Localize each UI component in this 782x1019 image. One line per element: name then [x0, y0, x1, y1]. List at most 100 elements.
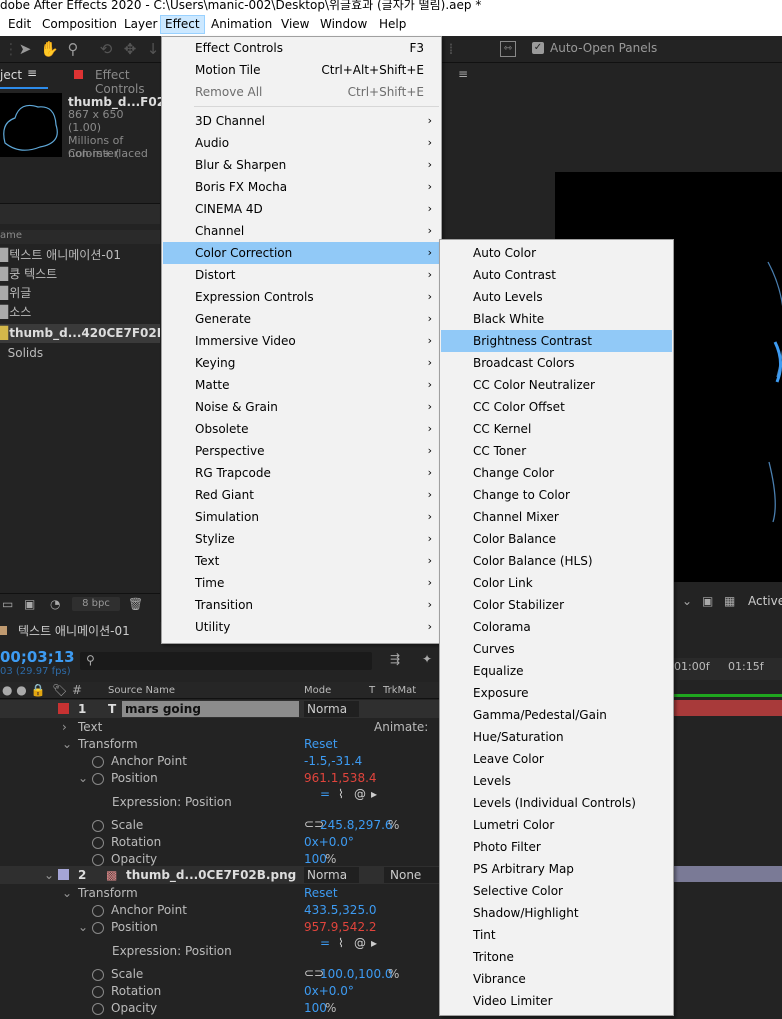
menu-item-distort[interactable]: Distort ›: [163, 264, 440, 286]
submenu-item[interactable]: Hue/Saturation: [441, 726, 672, 748]
timeline-search-input[interactable]: ⚲: [80, 652, 372, 670]
submenu-item[interactable]: Change Color: [441, 462, 672, 484]
col-mode[interactable]: Mode: [304, 683, 331, 699]
stopwatch-icon[interactable]: [92, 753, 104, 769]
menu-help[interactable]: Help: [375, 16, 410, 33]
col-trkmat[interactable]: TrkMat: [383, 683, 416, 699]
menu-item-keying[interactable]: Keying ›: [163, 352, 440, 374]
comp-mini-flowchart-icon[interactable]: ⇶: [390, 652, 400, 666]
menu-item-noise-grain[interactable]: Noise & Grain ›: [163, 396, 440, 418]
layer-1-duration-bar[interactable]: [672, 700, 782, 716]
pickwhip-icon[interactable]: @: [354, 935, 366, 951]
submenu-item[interactable]: Vibrance: [441, 968, 672, 990]
project-item[interactable]: ▉쿵 텍스트: [0, 265, 160, 284]
menu-item-perspective[interactable]: Perspective ›: [163, 440, 440, 462]
project-item[interactable]: Solids: [0, 344, 160, 363]
menu-item-rg-trapcode[interactable]: RG Trapcode ›: [163, 462, 440, 484]
submenu-item[interactable]: PS Arbitrary Map: [441, 858, 672, 880]
pan-tool-icon[interactable]: ✥: [121, 40, 139, 58]
menu-view[interactable]: View: [277, 16, 313, 33]
submenu-item[interactable]: Auto Contrast: [441, 264, 672, 286]
project-item-selected[interactable]: ▉thumb_d...420CE7F02B.: [0, 324, 160, 343]
region-icon[interactable]: ▣: [702, 594, 713, 608]
draft-3d-icon[interactable]: ✦: [422, 652, 432, 666]
opacity-value[interactable]: 100: [304, 851, 327, 867]
menu-item-motion-tile[interactable]: Motion Tile Ctrl+Alt+Shift+E: [163, 59, 440, 81]
position-value[interactable]: 961.1,538.4: [304, 770, 377, 786]
submenu-item[interactable]: Channel Mixer: [441, 506, 672, 528]
stopwatch-icon[interactable]: [92, 817, 104, 833]
submenu-item[interactable]: Broadcast Colors: [441, 352, 672, 374]
panel-toggle-icon[interactable]: ⇿: [500, 41, 516, 57]
anchor-point-value[interactable]: 433.5,325.0: [304, 902, 377, 918]
menu-animation[interactable]: Animation: [207, 16, 276, 33]
chevron-down-icon[interactable]: ⌄: [62, 736, 72, 752]
menu-effect[interactable]: Effect: [160, 15, 205, 34]
scale-value[interactable]: 100.0,100.0: [320, 966, 393, 982]
menu-item-remove-all[interactable]: Remove All Ctrl+Shift+E: [163, 81, 440, 103]
stopwatch-icon[interactable]: [92, 851, 104, 867]
submenu-item[interactable]: Gamma/Pedestal/Gain: [441, 704, 672, 726]
stopwatch-icon[interactable]: [92, 770, 104, 786]
layer-label-color[interactable]: [58, 703, 69, 714]
zoom-tool-icon[interactable]: ⚲: [64, 40, 82, 58]
chevron-down-icon[interactable]: ⌄: [44, 867, 54, 883]
submenu-item[interactable]: CC Kernel: [441, 418, 672, 440]
transform-reset-link[interactable]: Reset: [304, 885, 338, 901]
menu-edit[interactable]: Edit: [4, 16, 35, 33]
menu-item-immersive-video[interactable]: Immersive Video ›: [163, 330, 440, 352]
chevron-down-icon[interactable]: ⌄: [62, 885, 72, 901]
project-item[interactable]: ▉소스: [0, 303, 160, 322]
submenu-item[interactable]: Change to Color: [441, 484, 672, 506]
pickwhip-icon[interactable]: @: [354, 786, 366, 802]
submenu-item[interactable]: Tritone: [441, 946, 672, 968]
rotation-value[interactable]: 0x+0.0°: [304, 983, 354, 999]
layer-name[interactable]: mars going: [122, 701, 299, 717]
submenu-item[interactable]: Levels (Individual Controls): [441, 792, 672, 814]
submenu-item[interactable]: Curves: [441, 638, 672, 660]
stopwatch-icon[interactable]: [92, 966, 104, 982]
menu-item-3d-channel[interactable]: 3D Channel ›: [163, 110, 440, 132]
submenu-item[interactable]: Exposure: [441, 682, 672, 704]
current-timecode[interactable]: 00;03;13: [0, 648, 75, 666]
active-camera-dropdown[interactable]: Active: [748, 594, 782, 608]
layer-mode-dropdown[interactable]: Norma: [304, 867, 359, 883]
menu-item-utility[interactable]: Utility ›: [163, 616, 440, 638]
submenu-item[interactable]: CC Toner: [441, 440, 672, 462]
submenu-item[interactable]: Color Stabilizer: [441, 594, 672, 616]
menu-item-transition[interactable]: Transition ›: [163, 594, 440, 616]
trkmat-dropdown[interactable]: None: [384, 867, 440, 883]
layer-2-duration-bar[interactable]: [672, 866, 782, 882]
submenu-item[interactable]: Shadow/Highlight: [441, 902, 672, 924]
submenu-item[interactable]: Levels: [441, 770, 672, 792]
anchor-point-value[interactable]: -1.5,-31.4: [304, 753, 362, 769]
rotation-value[interactable]: 0x+0.0°: [304, 834, 354, 850]
stopwatch-icon[interactable]: [92, 919, 104, 935]
menu-item-effect-controls[interactable]: Effect Controls F3: [163, 37, 440, 59]
stopwatch-icon[interactable]: [92, 1000, 104, 1016]
menu-item-boris-fx-mocha[interactable]: Boris FX Mocha ›: [163, 176, 440, 198]
hamburger-icon[interactable]: ≡: [27, 66, 37, 80]
submenu-item[interactable]: CC Color Offset: [441, 396, 672, 418]
project-item[interactable]: ▉위글: [0, 284, 160, 303]
opacity-value[interactable]: 100: [304, 1000, 327, 1016]
trash-icon[interactable]: 🗑: [128, 597, 143, 611]
menu-item-simulation[interactable]: Simulation ›: [163, 506, 440, 528]
layer-name[interactable]: thumb_d...0CE7F02B.png: [126, 867, 296, 883]
submenu-item[interactable]: Color Balance: [441, 528, 672, 550]
layer-mode-dropdown[interactable]: Norma: [304, 701, 359, 717]
column-header-name[interactable]: ame: [0, 230, 160, 244]
work-area-bar[interactable]: [672, 694, 782, 697]
tab-effect-controls[interactable]: Effect Controls: [95, 68, 160, 96]
time-ruler[interactable]: 01:00f 01:15f: [672, 658, 782, 680]
selection-tool-icon[interactable]: ➤: [16, 40, 34, 58]
tab-timeline-comp[interactable]: 텍스트 애니메이션-01: [18, 622, 130, 639]
menu-item-red-giant[interactable]: Red Giant ›: [163, 484, 440, 506]
menu-item-matte[interactable]: Matte ›: [163, 374, 440, 396]
menu-item-audio[interactable]: Audio ›: [163, 132, 440, 154]
hamburger-icon[interactable]: ≡: [458, 67, 468, 81]
submenu-item[interactable]: Selective Color: [441, 880, 672, 902]
menu-item-text[interactable]: Text ›: [163, 550, 440, 572]
submenu-item[interactable]: Video Limiter: [441, 990, 672, 1012]
expression-language-menu-icon[interactable]: ▸: [371, 935, 377, 951]
